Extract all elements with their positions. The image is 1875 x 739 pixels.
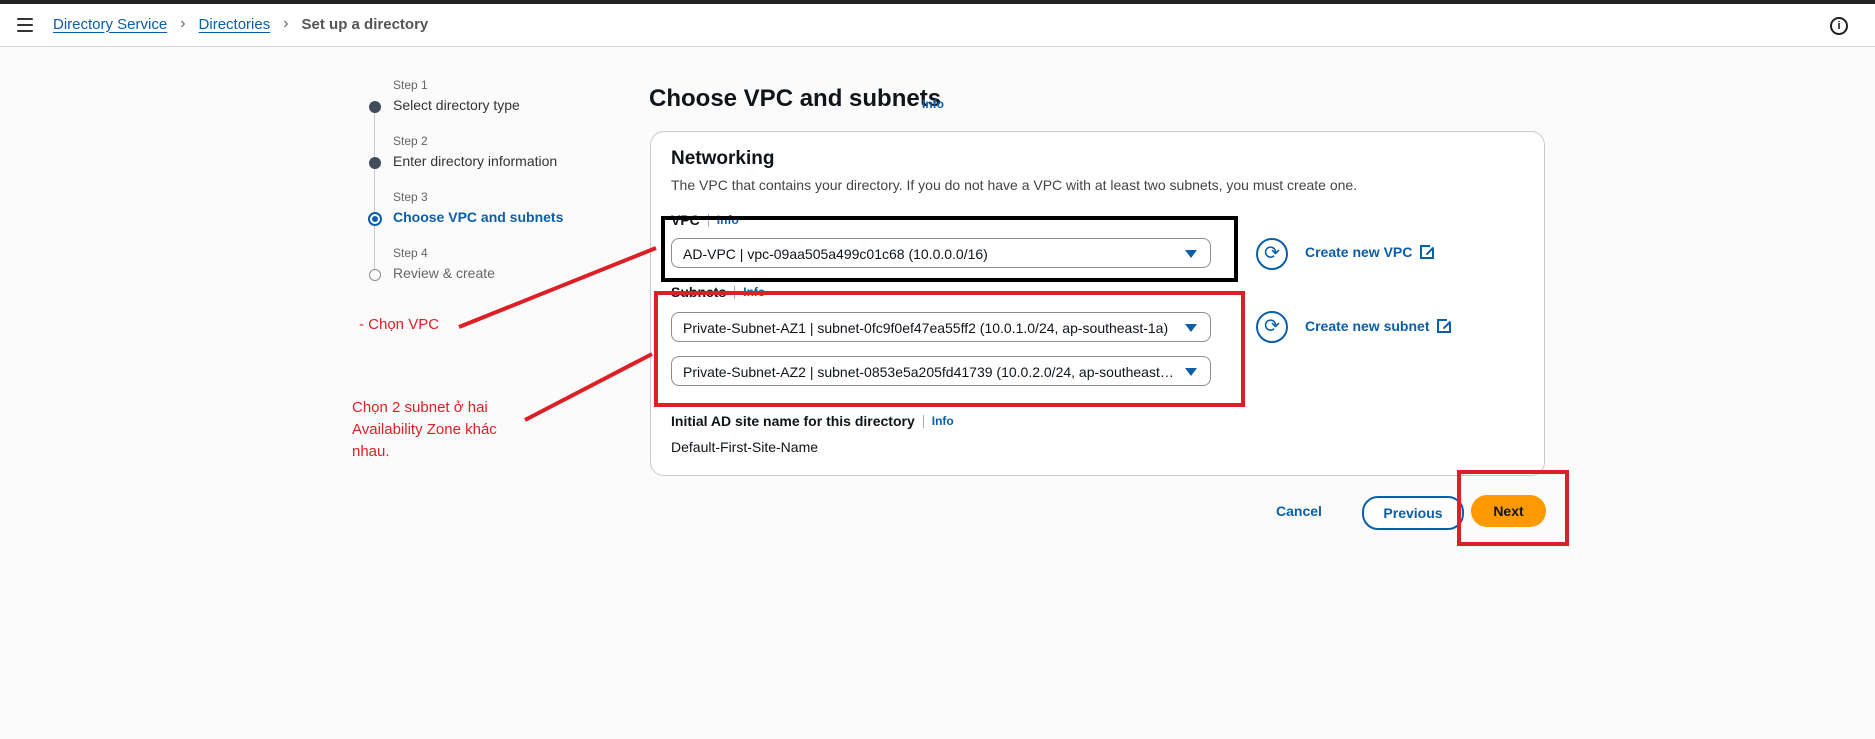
vpc-annotation-note: - Chọn VPC bbox=[359, 316, 440, 333]
annotation-lines bbox=[458, 246, 657, 422]
subnet-note-line-1: Chọn 2 subnet ở hai bbox=[352, 399, 488, 416]
subnet-note-line-3: nhau. bbox=[352, 443, 390, 460]
vpc-annotation-line bbox=[458, 246, 657, 329]
subnet-annotation-note: Chọn 2 subnet ở hai Availability Zone kh… bbox=[352, 397, 532, 463]
subnet-note-line-2: Availability Zone khác bbox=[352, 421, 497, 438]
subnet-annotation-line bbox=[524, 352, 653, 422]
